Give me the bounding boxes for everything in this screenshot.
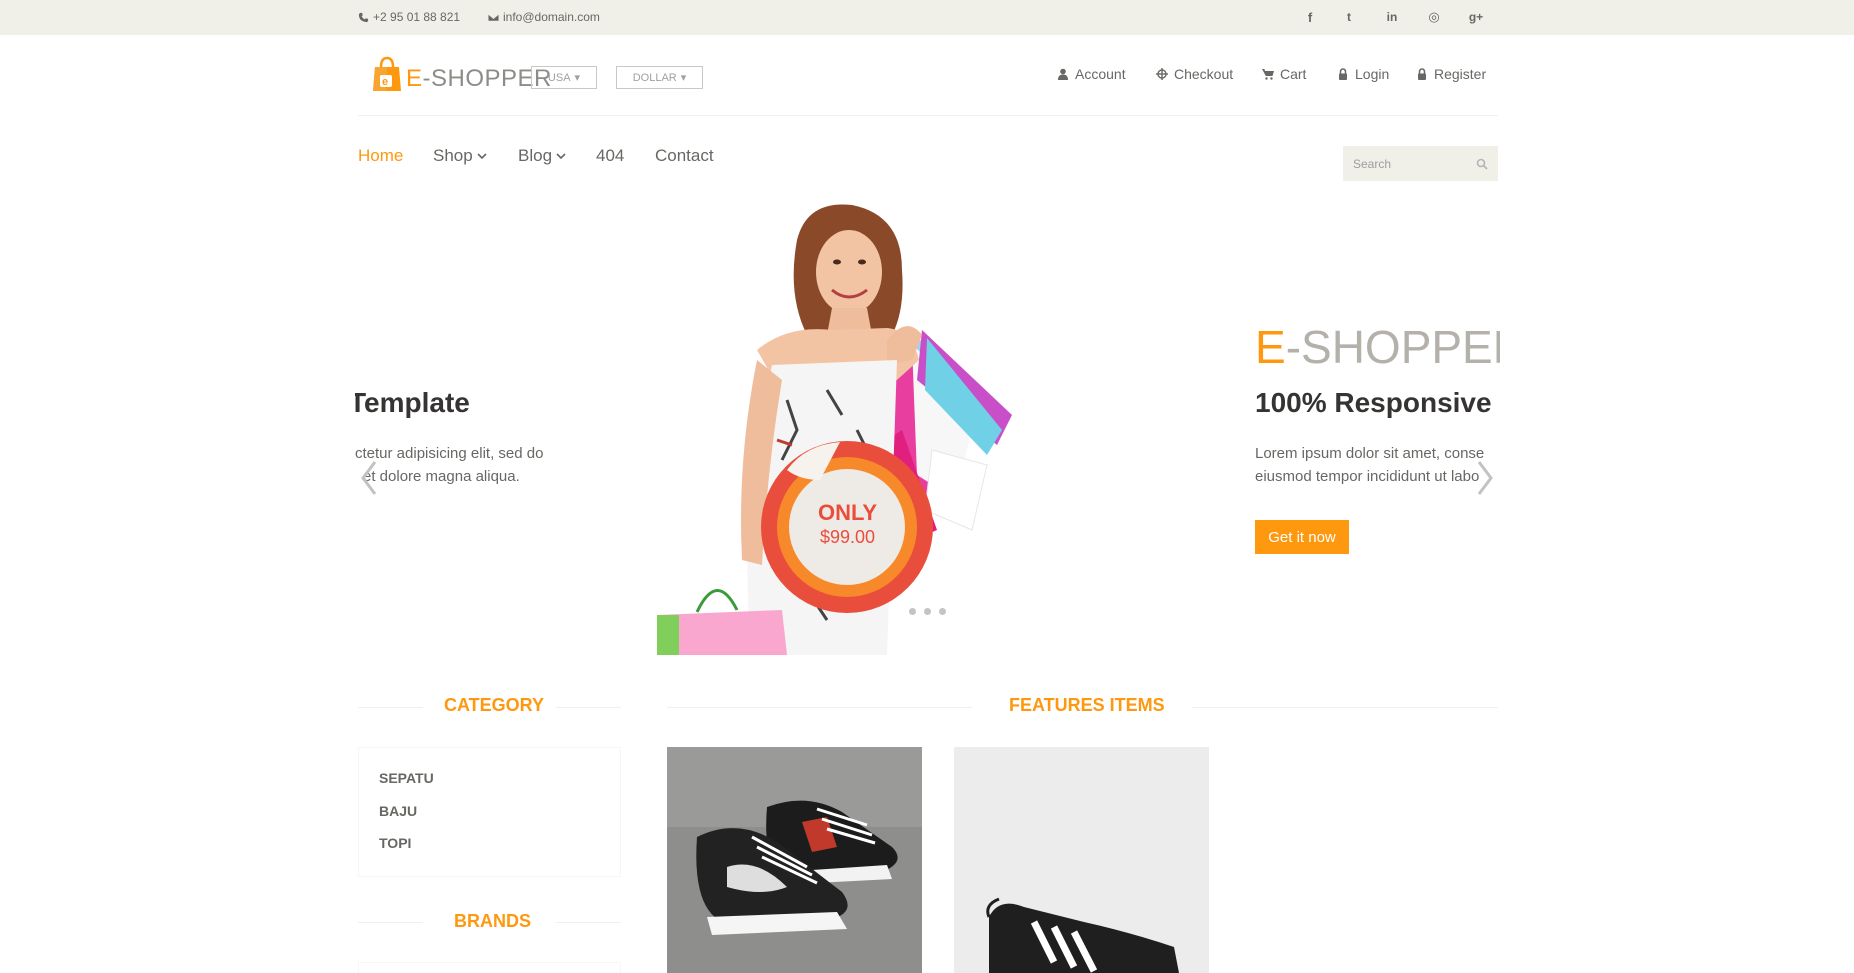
slide-text-line-2: eiusmod tempor incididunt ut labo: [1255, 468, 1480, 485]
crosshairs-icon: [1156, 68, 1168, 80]
slider-indicator-1[interactable]: [907, 606, 918, 617]
chevron-right-icon: [1477, 461, 1493, 495]
slider-indicators: [907, 606, 948, 617]
shopping-cart-icon: [1262, 69, 1274, 80]
caret-down-icon: ▾: [574, 72, 581, 84]
search-icon[interactable]: [1476, 158, 1488, 170]
linkedin-icon[interactable]: in: [1383, 8, 1401, 26]
product-image-black-sneakers: [667, 747, 922, 973]
twitter-icon[interactable]: t: [1340, 8, 1358, 26]
top-bar: +2 95 01 88 821 info@domain.com f t in ◎…: [0, 0, 1854, 35]
nav-contact[interactable]: Contact: [655, 146, 714, 166]
slide-brand-rest: -SHOPPER: [1285, 321, 1500, 373]
price-badge-amount: $99.00: [819, 527, 876, 547]
nav-blog-label: Blog: [518, 146, 553, 165]
phone-icon: [358, 12, 369, 22]
slide-brand-prefix: E: [1255, 321, 1286, 373]
user-icon: [1058, 68, 1068, 80]
checkout-link[interactable]: Checkout: [1156, 66, 1233, 82]
category-item-sepatu[interactable]: SEPATU: [379, 770, 434, 786]
category-item-topi[interactable]: TOPI: [379, 835, 411, 851]
email-contact[interactable]: info@domain.com: [488, 10, 600, 24]
lock-icon: [1418, 68, 1426, 80]
slider-indicator-3[interactable]: [937, 606, 948, 617]
country-label: USA: [547, 71, 571, 84]
nav-404[interactable]: 404: [596, 146, 624, 166]
product-card-2[interactable]: [954, 747, 1209, 973]
category-title-rule-right: [556, 707, 621, 708]
slide-text-line-1: Lorem ipsum dolor sit amet, conse: [1255, 445, 1485, 462]
category-item-baju[interactable]: BAJU: [379, 803, 417, 819]
register-link[interactable]: Register: [1416, 66, 1486, 82]
country-dropdown[interactable]: USA ▾: [531, 66, 597, 89]
currency-label: DOLLAR: [632, 71, 677, 84]
phone-contact[interactable]: +2 95 01 88 821: [358, 10, 460, 24]
price-badge-only: ONLY: [817, 500, 878, 525]
features-title-rule-right: [1192, 707, 1498, 708]
login-label: Login: [1355, 66, 1390, 82]
features-title-rule-left: [667, 707, 972, 708]
slider-indicator-2[interactable]: [922, 606, 933, 617]
cart-label: Cart: [1280, 66, 1307, 82]
svg-text:e: e: [382, 76, 388, 88]
chevron-down-icon: [477, 153, 487, 160]
slide-text-previous-line-2: et dolore magna aliqua.: [363, 468, 520, 485]
login-link[interactable]: Login: [1337, 66, 1389, 82]
slider-prev-arrow[interactable]: [357, 458, 381, 498]
product-card-1[interactable]: [667, 747, 922, 973]
brands-title-rule-right: [556, 922, 621, 923]
facebook-icon[interactable]: f: [1301, 8, 1319, 26]
currency-dropdown[interactable]: DOLLAR ▾: [616, 66, 703, 89]
logo-prefix: E: [406, 65, 423, 92]
cart-link[interactable]: Cart: [1262, 66, 1306, 82]
slide-text: Lorem ipsum dolor sit amet, conse eiusmo…: [1255, 442, 1484, 488]
email-address: info@domain.com: [503, 10, 600, 24]
chevron-down-icon: [556, 153, 566, 160]
nav-shop[interactable]: Shop: [433, 146, 487, 166]
nav-blog[interactable]: Blog: [518, 146, 566, 166]
get-it-now-button[interactable]: Get it now: [1255, 520, 1349, 554]
header-divider: [358, 115, 1498, 116]
account-label: Account: [1075, 66, 1126, 82]
search-box[interactable]: Search: [1343, 146, 1498, 181]
account-link[interactable]: Account: [1057, 66, 1126, 82]
register-label: Register: [1434, 66, 1487, 82]
checkout-label: Checkout: [1174, 66, 1234, 82]
product-image-striped-sneaker: [954, 747, 1209, 973]
chevron-left-icon: [361, 461, 377, 495]
lock-icon: [1339, 68, 1347, 80]
envelope-icon: [488, 12, 499, 22]
hero-slider: Template ctetur adipisicing elit, sed do…: [355, 200, 1500, 655]
slider-next-arrow[interactable]: [1473, 458, 1497, 498]
caret-down-icon: ▾: [680, 72, 687, 84]
site-logo[interactable]: e E-SHOPPER: [372, 55, 552, 93]
logo-text: E-SHOPPER: [406, 67, 552, 93]
phone-number: +2 95 01 88 821: [373, 10, 461, 24]
category-title: CATEGORY: [444, 695, 545, 715]
slide-brand: E-SHOPPER: [1255, 324, 1500, 370]
search-placeholder: Search: [1353, 156, 1392, 171]
category-title-rule-left: [358, 707, 423, 708]
google-plus-icon[interactable]: g+: [1467, 8, 1485, 26]
nav-shop-label: Shop: [433, 146, 473, 165]
brands-title: BRANDS: [454, 911, 532, 931]
brands-panel: [358, 962, 621, 973]
slide-text-previous: ctetur adipisicing elit, sed do et dolor…: [355, 442, 543, 488]
slide-text-previous-line-1: ctetur adipisicing elit, sed do: [355, 445, 544, 462]
brands-title-rule-left: [358, 922, 423, 923]
category-panel: SEPATU BAJU TOPI: [358, 747, 621, 877]
nav-home[interactable]: Home: [358, 146, 403, 166]
slide-title: 100% Responsive D: [1255, 387, 1500, 418]
dribbble-icon[interactable]: ◎: [1425, 8, 1443, 26]
features-title: FEATURES ITEMS: [1009, 695, 1165, 715]
shopping-bag-logo-icon: e: [372, 55, 402, 93]
slide-title-previous: Template: [355, 387, 470, 418]
